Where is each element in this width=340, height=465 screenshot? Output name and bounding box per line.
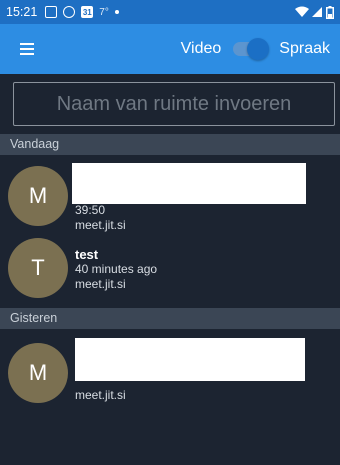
notification-icons: 31 7°: [45, 6, 119, 18]
room-meta: 39:50 meet.jit.si: [75, 203, 126, 233]
system-icons: [295, 5, 334, 19]
gallery-icon: [45, 6, 58, 18]
signal-icon: [312, 7, 322, 17]
calendar-icon: 31: [81, 6, 94, 18]
redacted-room-title: [75, 338, 305, 381]
avatar: T: [8, 238, 68, 298]
room-name-input[interactable]: [13, 82, 335, 126]
avatar: M: [8, 343, 68, 403]
room-meta: test 40 minutes ago meet.jit.si: [75, 247, 157, 292]
status-bar: 15:21 31 7°: [0, 0, 340, 24]
audio-mode-switch[interactable]: [231, 38, 270, 60]
audio-label[interactable]: Spraak: [279, 40, 330, 58]
app-bar: Video Spraak: [0, 24, 340, 74]
status-time: 15:21: [6, 5, 38, 19]
recent-room-item[interactable]: M meet.jit.si: [0, 333, 340, 403]
call-mode-toggle-group: Video Spraak: [181, 38, 330, 60]
room-duration: 39:50: [75, 203, 106, 217]
room-server: meet.jit.si: [75, 277, 126, 291]
section-header-yesterday: Gisteren: [0, 308, 340, 329]
recent-room-item[interactable]: M 39:50 meet.jit.si: [0, 160, 340, 232]
avatar: M: [8, 166, 68, 226]
room-duration: 40 minutes ago: [75, 262, 158, 276]
room-server: meet.jit.si: [75, 388, 126, 402]
recent-room-item[interactable]: T test 40 minutes ago meet.jit.si: [0, 236, 340, 302]
redacted-room-title: [72, 163, 306, 204]
video-label[interactable]: Video: [181, 40, 222, 58]
more-notifications-icon: [114, 10, 119, 14]
temperature-indicator: 7°: [99, 6, 109, 18]
chat-bubble-icon: [63, 6, 76, 18]
switch-knob: [247, 38, 270, 60]
section-header-today: Vandaag: [0, 134, 340, 155]
room-meta: meet.jit.si: [75, 388, 126, 403]
wifi-icon: [295, 6, 309, 17]
hamburger-menu-icon[interactable]: [10, 32, 44, 66]
room-server: meet.jit.si: [75, 218, 126, 232]
room-title: test: [75, 247, 99, 262]
battery-icon: [326, 5, 334, 19]
